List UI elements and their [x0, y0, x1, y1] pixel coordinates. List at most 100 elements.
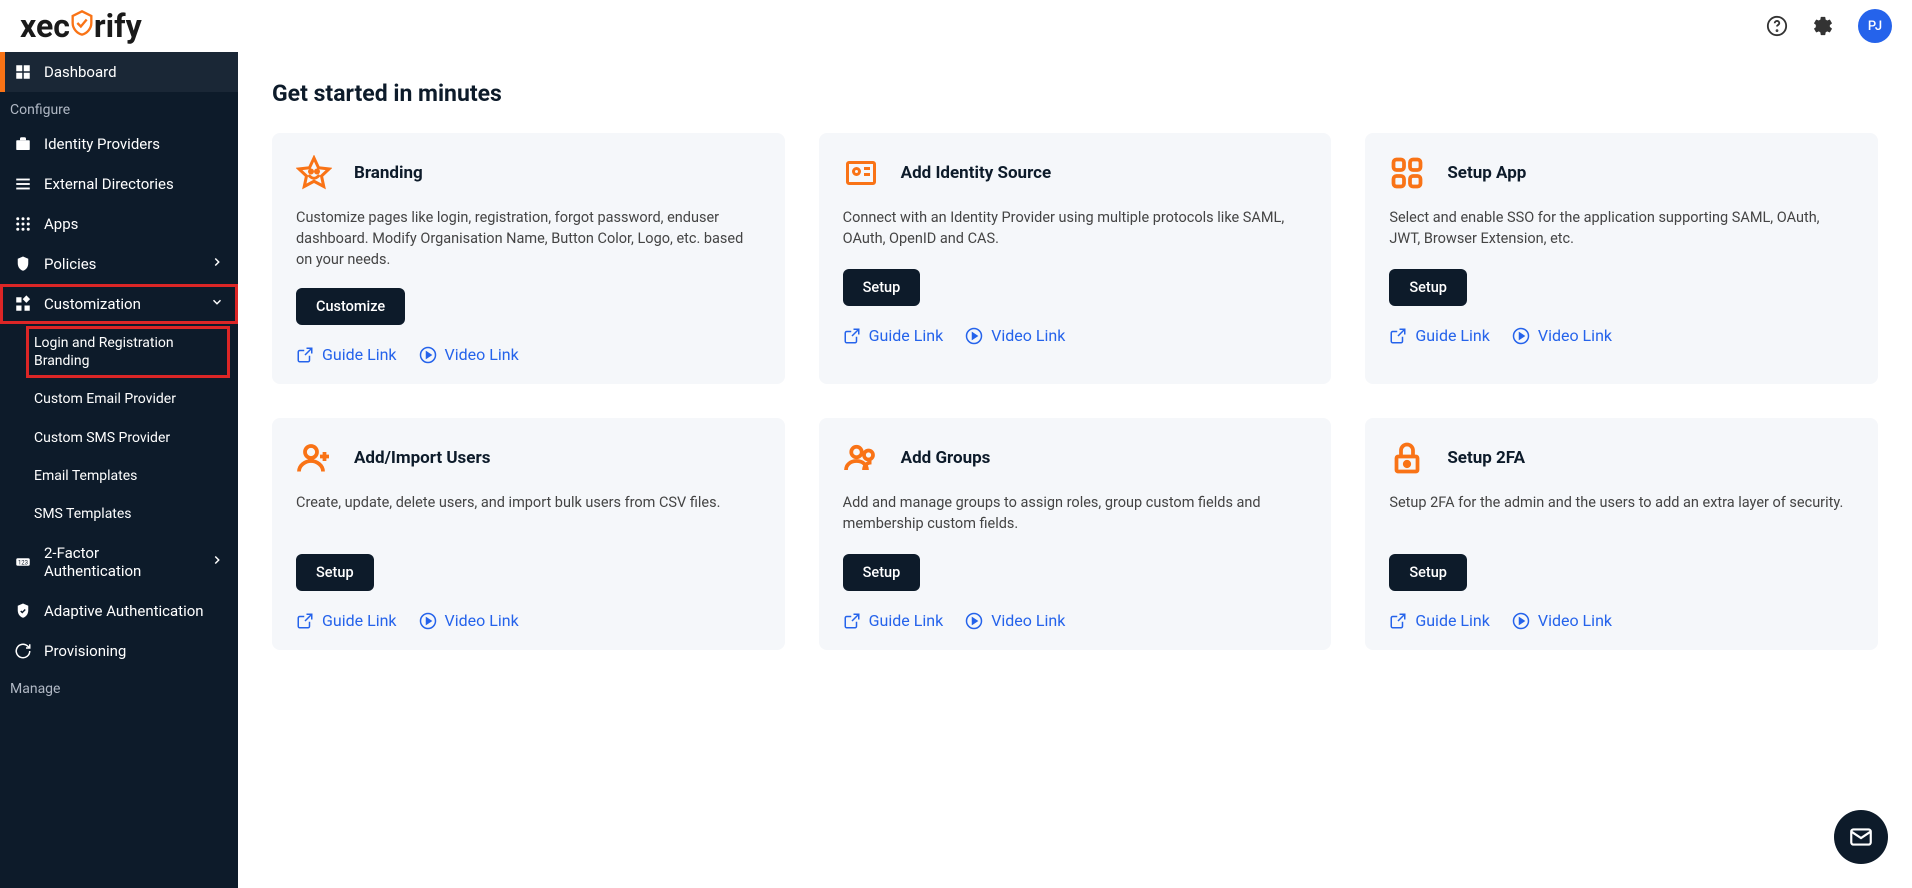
shield-icon [68, 7, 96, 45]
chevron-right-icon [210, 553, 224, 571]
shield-icon [14, 602, 32, 620]
link-label: Guide Link [1415, 326, 1490, 345]
video-link[interactable]: Video Link [1512, 611, 1612, 630]
refresh-icon [14, 642, 32, 660]
sidebar-sub-sms-templates[interactable]: SMS Templates [0, 495, 238, 533]
link-label: Video Link [445, 611, 519, 630]
list-icon [14, 175, 32, 193]
sidebar-sub-custom-sms[interactable]: Custom SMS Provider [0, 419, 238, 457]
avatar[interactable]: PJ [1858, 9, 1892, 43]
card-title: Add Identity Source [901, 163, 1052, 183]
video-link[interactable]: Video Link [419, 611, 519, 630]
card-title: Add/Import Users [354, 448, 490, 468]
chevron-down-icon [210, 295, 224, 313]
link-label: Video Link [1538, 611, 1612, 630]
logo: xec rify [20, 7, 142, 45]
sidebar-item-identity-providers[interactable]: Identity Providers [0, 124, 238, 164]
sidebar-item-label: 2-Factor Authentication [44, 544, 198, 580]
video-link[interactable]: Video Link [419, 345, 519, 364]
sidebar-sub-login-branding[interactable]: Login and Registration Branding [26, 326, 230, 378]
sidebar-section: Manage [0, 671, 238, 703]
card-branding: Branding Customize pages like login, reg… [272, 133, 785, 384]
help-icon[interactable] [1766, 15, 1788, 37]
card-title: Setup App [1447, 163, 1526, 183]
briefcase-icon [14, 135, 32, 153]
main-content: Get started in minutes Branding Customiz… [238, 52, 1912, 888]
star-icon [296, 155, 332, 191]
guide-link[interactable]: Guide Link [1389, 611, 1490, 630]
guide-link[interactable]: Guide Link [843, 611, 944, 630]
numbers-icon: 123 [14, 553, 32, 571]
card-description: Customize pages like login, registration… [296, 207, 761, 270]
video-link[interactable]: Video Link [965, 326, 1065, 345]
card-button[interactable]: Customize [296, 288, 405, 325]
group-icon [843, 440, 879, 476]
video-link[interactable]: Video Link [965, 611, 1065, 630]
guide-link[interactable]: Guide Link [296, 611, 397, 630]
lock-icon [1389, 440, 1425, 476]
sidebar-item-external-directories[interactable]: External Directories [0, 164, 238, 204]
link-label: Video Link [991, 611, 1065, 630]
card-button[interactable]: Setup [1389, 269, 1467, 306]
sidebar-item-label: Provisioning [44, 642, 126, 660]
link-label: Guide Link [869, 611, 944, 630]
link-label: Guide Link [322, 611, 397, 630]
sidebar-item-apps[interactable]: Apps [0, 204, 238, 244]
card-description: Connect with an Identity Provider using … [843, 207, 1308, 251]
page-title: Get started in minutes [272, 80, 1878, 107]
guide-link[interactable]: Guide Link [296, 345, 397, 364]
dashboard-icon [14, 63, 32, 81]
link-label: Guide Link [869, 326, 944, 345]
sidebar-item-label: External Directories [44, 175, 174, 193]
sidebar-section: Configure [0, 92, 238, 124]
card-title: Branding [354, 163, 423, 183]
grid-icon [14, 215, 32, 233]
header: xec rify PJ [0, 0, 1912, 52]
card-add-import-users: Add/Import Users Create, update, delete … [272, 418, 785, 650]
sidebar-item-label: Policies [44, 255, 96, 273]
apps-icon [1389, 155, 1425, 191]
sidebar-sub-custom-email[interactable]: Custom Email Provider [0, 380, 238, 418]
sidebar-item-label: Adaptive Authentication [44, 602, 204, 620]
sidebar-item-policies[interactable]: Policies [0, 244, 238, 284]
sidebar-item-label: Dashboard [44, 63, 117, 81]
chat-fab[interactable] [1834, 810, 1888, 864]
sidebar: Dashboard Configure Identity Providers E… [0, 52, 238, 888]
guide-link[interactable]: Guide Link [843, 326, 944, 345]
sidebar-item-label: Customization [44, 295, 141, 313]
video-link[interactable]: Video Link [1512, 326, 1612, 345]
card-setup-app: Setup App Select and enable SSO for the … [1365, 133, 1878, 384]
sidebar-item-2fa[interactable]: 123 2-Factor Authentication [0, 533, 238, 591]
gear-icon[interactable] [1812, 15, 1834, 37]
guide-link[interactable]: Guide Link [1389, 326, 1490, 345]
card-add-identity-source: Add Identity Source Connect with an Iden… [819, 133, 1332, 384]
link-label: Video Link [445, 345, 519, 364]
sidebar-sub-email-templates[interactable]: Email Templates [0, 457, 238, 495]
sidebar-item-label: Apps [44, 215, 78, 233]
card-description: Select and enable SSO for the applicatio… [1389, 207, 1854, 251]
card-setup-fa: Setup 2FA Setup 2FA for the admin and th… [1365, 418, 1878, 650]
card-button[interactable]: Setup [843, 554, 921, 591]
sidebar-item-provisioning[interactable]: Provisioning [0, 631, 238, 671]
card-title: Add Groups [901, 448, 991, 468]
sidebar-item-dashboard[interactable]: Dashboard [0, 52, 238, 92]
card-description: Create, update, delete users, and import… [296, 492, 761, 536]
widgets-icon [14, 295, 32, 313]
svg-text:123: 123 [18, 559, 28, 566]
chevron-right-icon [210, 255, 224, 273]
card-description: Add and manage groups to assign roles, g… [843, 492, 1308, 536]
link-label: Guide Link [322, 345, 397, 364]
sidebar-item-adaptive[interactable]: Adaptive Authentication [0, 591, 238, 631]
user-icon [296, 440, 332, 476]
id-icon [843, 155, 879, 191]
card-title: Setup 2FA [1447, 448, 1525, 468]
card-description: Setup 2FA for the admin and the users to… [1389, 492, 1854, 536]
link-label: Guide Link [1415, 611, 1490, 630]
card-button[interactable]: Setup [1389, 554, 1467, 591]
card-button[interactable]: Setup [296, 554, 374, 591]
link-label: Video Link [1538, 326, 1612, 345]
card-add-groups: Add Groups Add and manage groups to assi… [819, 418, 1332, 650]
card-button[interactable]: Setup [843, 269, 921, 306]
shield-check-icon [14, 255, 32, 273]
sidebar-item-customization[interactable]: Customization [0, 284, 238, 324]
